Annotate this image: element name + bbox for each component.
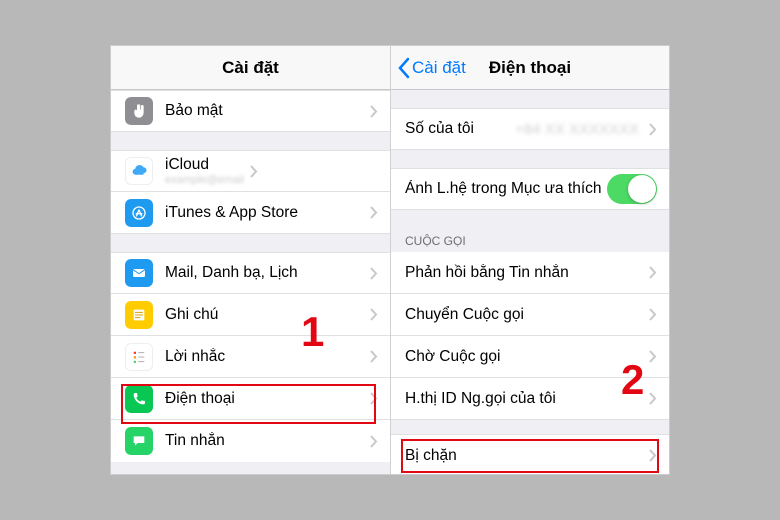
chevron-right-icon bbox=[649, 266, 657, 279]
back-label: Cài đặt bbox=[412, 58, 466, 78]
calls-section-header: CUỘC GỌI bbox=[391, 228, 669, 252]
chevron-right-icon bbox=[649, 350, 657, 363]
chevron-right-icon bbox=[649, 123, 657, 136]
row-caller-id[interactable]: H.thị ID Ng.gọi của tôi bbox=[391, 378, 669, 420]
chevron-right-icon bbox=[370, 308, 378, 321]
row-reply-message[interactable]: Phản hồi bằng Tin nhắn bbox=[391, 252, 669, 294]
hand-icon bbox=[125, 97, 153, 125]
mynumber-label: Số của tôi bbox=[405, 120, 515, 138]
row-blocked[interactable]: Bị chặn bbox=[391, 434, 669, 474]
row-icloud[interactable]: iCloud example@email bbox=[111, 150, 390, 192]
row-phone[interactable]: Điện thoại bbox=[111, 378, 390, 420]
chevron-right-icon bbox=[370, 267, 378, 280]
phone-content: Số của tôi +84 XX XXXXXXX Ảnh L.hệ trong… bbox=[391, 90, 669, 474]
icloud-detail: example@email bbox=[165, 174, 244, 186]
call-waiting-label: Chờ Cuộc gọi bbox=[405, 348, 643, 366]
favorites-photo-toggle[interactable] bbox=[607, 174, 657, 204]
screenshot-frame: Cài đặt Bảo mật iCloud bbox=[110, 45, 670, 475]
phone-label: Điện thoại bbox=[165, 390, 364, 408]
notes-icon bbox=[125, 301, 153, 329]
row-favorites-photo[interactable]: Ảnh L.hệ trong Mục ưa thích bbox=[391, 168, 669, 210]
chevron-right-icon bbox=[370, 105, 378, 118]
row-call-forwarding[interactable]: Chuyển Cuộc gọi bbox=[391, 294, 669, 336]
mynumber-value: +84 XX XXXXXXX bbox=[515, 121, 639, 138]
row-notes[interactable]: Ghi chú bbox=[111, 294, 390, 336]
chevron-right-icon bbox=[370, 435, 378, 448]
row-privacy[interactable]: Bảo mật bbox=[111, 90, 390, 132]
row-call-waiting[interactable]: Chờ Cuộc gọi bbox=[391, 336, 669, 378]
notes-label: Ghi chú bbox=[165, 306, 364, 324]
favorites-photo-label: Ảnh L.hệ trong Mục ưa thích bbox=[405, 180, 607, 198]
row-itunes[interactable]: iTunes & App Store bbox=[111, 192, 390, 234]
row-messages[interactable]: Tin nhắn bbox=[111, 420, 390, 462]
phone-title: Điện thoại bbox=[489, 58, 571, 78]
mail-label: Mail, Danh bạ, Lịch bbox=[165, 264, 364, 282]
phone-settings-panel: Cài đặt Điện thoại Số của tôi +84 XX XXX… bbox=[390, 46, 669, 474]
messages-label: Tin nhắn bbox=[165, 432, 364, 450]
chevron-right-icon bbox=[649, 449, 657, 462]
messages-icon bbox=[125, 427, 153, 455]
blocked-label: Bị chặn bbox=[405, 447, 643, 465]
appstore-icon bbox=[125, 199, 153, 227]
settings-title: Cài đặt bbox=[222, 58, 279, 78]
chevron-right-icon bbox=[649, 392, 657, 405]
reminders-label: Lời nhắc bbox=[165, 348, 364, 366]
row-mynumber[interactable]: Số của tôi +84 XX XXXXXXX bbox=[391, 108, 669, 150]
phone-icon bbox=[125, 385, 153, 413]
chevron-right-icon bbox=[370, 206, 378, 219]
mail-icon bbox=[125, 259, 153, 287]
settings-panel: Cài đặt Bảo mật iCloud bbox=[111, 46, 390, 474]
reminders-icon bbox=[125, 343, 153, 371]
privacy-label: Bảo mật bbox=[165, 102, 364, 120]
icloud-label: iCloud bbox=[165, 156, 244, 173]
caller-id-label: H.thị ID Ng.gọi của tôi bbox=[405, 390, 643, 408]
settings-content: Bảo mật iCloud example@email bbox=[111, 90, 390, 474]
itunes-label: iTunes & App Store bbox=[165, 204, 364, 222]
back-button[interactable]: Cài đặt bbox=[397, 57, 466, 79]
navbar-right: Cài đặt Điện thoại bbox=[391, 46, 669, 90]
navbar-left: Cài đặt bbox=[111, 46, 390, 90]
row-mail[interactable]: Mail, Danh bạ, Lịch bbox=[111, 252, 390, 294]
chevron-right-icon bbox=[649, 308, 657, 321]
chevron-right-icon bbox=[370, 392, 378, 405]
reply-message-label: Phản hồi bằng Tin nhắn bbox=[405, 264, 643, 282]
cloud-icon bbox=[125, 157, 153, 185]
chevron-right-icon bbox=[250, 165, 258, 178]
row-reminders[interactable]: Lời nhắc bbox=[111, 336, 390, 378]
call-forwarding-label: Chuyển Cuộc gọi bbox=[405, 306, 643, 324]
chevron-right-icon bbox=[370, 350, 378, 363]
